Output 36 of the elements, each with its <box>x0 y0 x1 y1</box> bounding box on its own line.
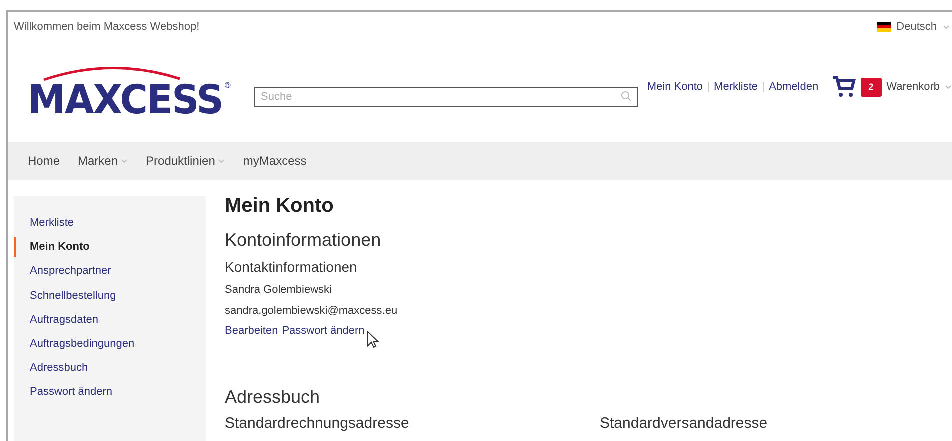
sidebar-item[interactable]: Auftragsdaten <box>14 310 206 330</box>
chevron-icon <box>943 24 950 30</box>
chevron-icon <box>945 84 952 90</box>
nav-item[interactable]: Marken <box>78 154 128 168</box>
cart-count-badge: 2 <box>860 78 882 96</box>
section-heading: Adressbuch <box>225 387 322 408</box>
sidebar-item[interactable]: Ansprechpartner <box>14 261 206 282</box>
contact-name: Sandra Golembiewski <box>225 284 333 296</box>
nav-item[interactable]: Home <box>28 154 60 168</box>
edit-link[interactable]: Bearbeiten <box>225 325 278 337</box>
edit-link[interactable]: Passwort ändern <box>282 325 365 337</box>
nav-item[interactable]: Produktlinien <box>146 154 226 168</box>
sidebar-item[interactable]: Mein Konto <box>14 237 206 258</box>
sidebar-item[interactable]: Auftragsbedingungen <box>14 334 206 354</box>
sidebar-item[interactable]: Schnellbestellung <box>14 286 206 306</box>
subsection-heading: Kontaktinformationen <box>225 259 358 275</box>
sidebar-item[interactable]: Passwort ändern <box>14 382 206 402</box>
page-title: Mein Konto <box>225 196 335 216</box>
flag-icon <box>876 22 891 32</box>
section-heading: Kontoinformationen <box>225 230 382 251</box>
account-link[interactable]: Abmelden <box>769 81 819 93</box>
cart-icon[interactable] <box>832 76 856 98</box>
sidebar-item[interactable]: Adressbuch <box>14 358 206 378</box>
cursor-icon <box>366 331 379 349</box>
welcome-text: Willkommen beim Maxcess Webshop! <box>14 21 200 33</box>
contact-email: sandra.golembiewski@maxcess.eu <box>225 305 399 317</box>
address-heading: Standardversandadresse <box>600 415 769 432</box>
address-heading: Standardrechnungsadresse <box>225 415 410 432</box>
cart-link[interactable]: Warenkorb <box>886 81 940 93</box>
sidebar-item[interactable]: Merkliste <box>14 213 206 233</box>
nav-item[interactable]: myMaxcess <box>243 154 307 168</box>
account-link[interactable]: Merkliste <box>714 81 758 93</box>
language-selector[interactable]: Deutsch <box>896 21 937 33</box>
logo[interactable]: MAXCESS® <box>28 65 254 119</box>
search-field[interactable]: Suche <box>254 87 638 107</box>
account-link[interactable]: Mein Konto <box>647 81 704 93</box>
